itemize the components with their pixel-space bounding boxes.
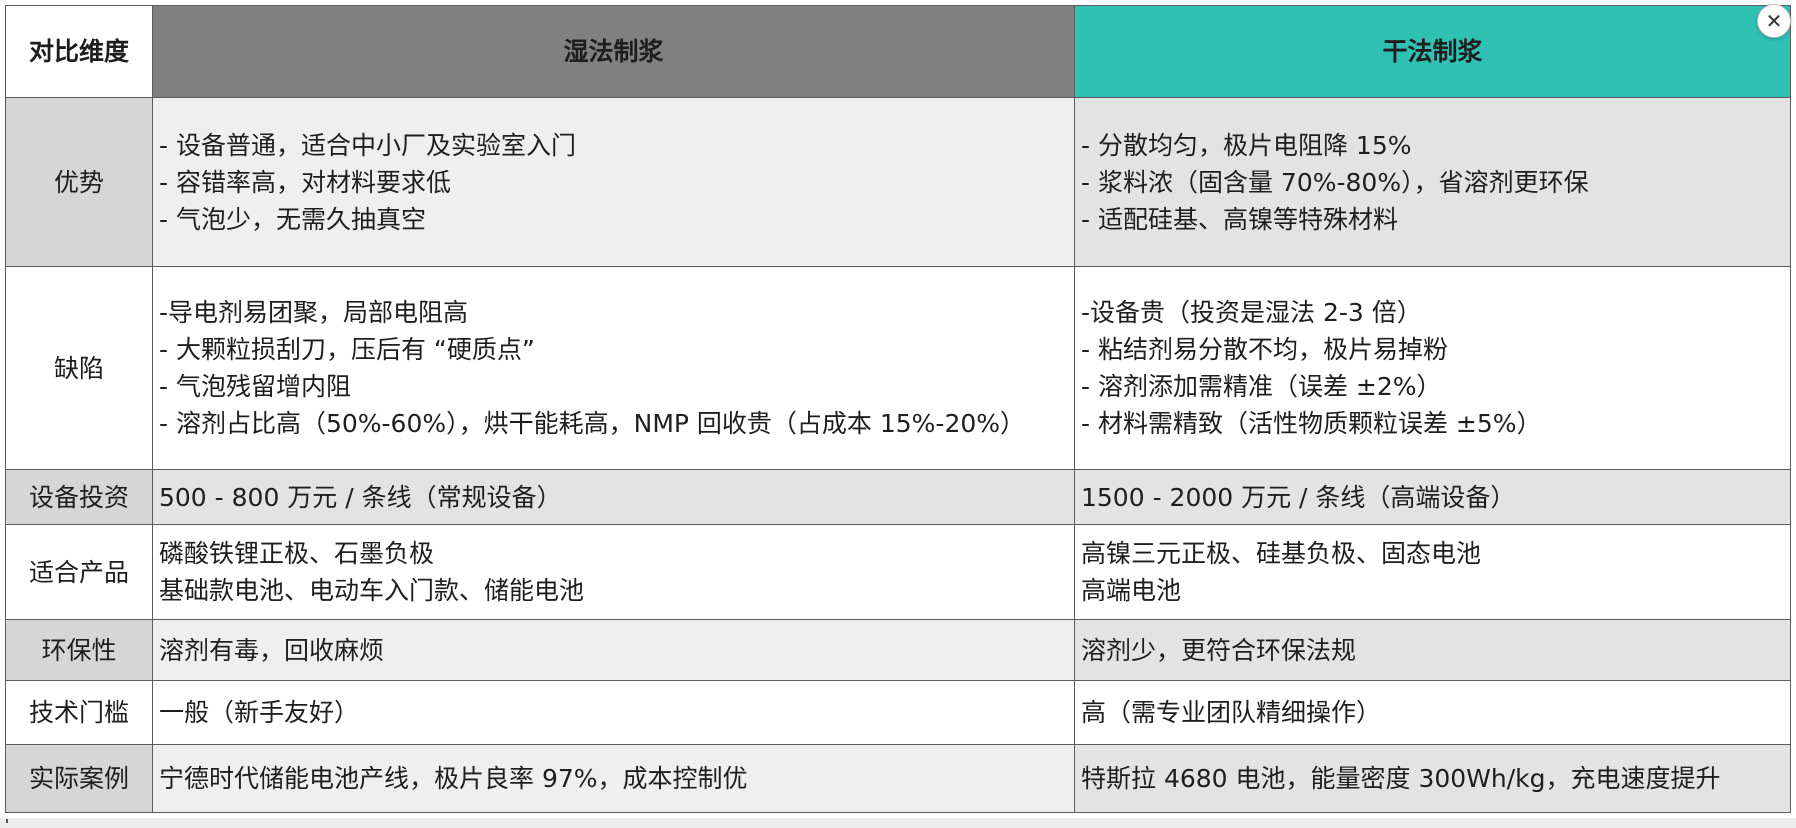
cell-line: - 分散均匀，极片电阻降 15% (1081, 130, 1412, 160)
cell-line: - 设备普通，适合中小厂及实验室入门 (159, 130, 576, 160)
cell-line: 1500 - 2000 万元 / 条线（高端设备） (1081, 482, 1516, 512)
row-case-study: 实际案例 宁德时代储能电池产线，极片良率 97%，成本控制优 特斯拉 4680 … (5, 744, 1791, 813)
cell-line: - 气泡少，无需久抽真空 (159, 204, 426, 234)
row-equipment-investment: 设备投资 500 - 800 万元 / 条线（常规设备） 1500 - 2000… (5, 469, 1791, 525)
comparison-frame: 对比维度 湿法制浆 干法制浆 优势 - 设备普通，适合中小厂及实验室入门 - 容… (0, 0, 1796, 818)
dry-cell: - 分散均匀，极片电阻降 15% - 浆料浓（固含量 70%-80%），省溶剂更… (1074, 97, 1791, 267)
row-environmental: 环保性 溶剂有毒，回收麻烦 溶剂少，更符合环保法规 (5, 619, 1791, 681)
cell-line: 500 - 800 万元 / 条线（常规设备） (159, 482, 562, 512)
close-icon: ✕ (1765, 9, 1783, 33)
row-label: 实际案例 (5, 744, 153, 813)
header-wet-process: 湿法制浆 (152, 5, 1075, 98)
cell-line: - 浆料浓（固含量 70%-80%），省溶剂更环保 (1081, 167, 1589, 197)
cell-line: -设备贵（投资是湿法 2-3 倍） (1081, 298, 1422, 327)
row-label: 优势 (5, 97, 153, 267)
dry-cell: 高（需专业团队精细操作） (1074, 680, 1791, 745)
cell-line: 特斯拉 4680 电池，能量密度 300Wh/kg，充电速度提升 (1081, 764, 1721, 793)
comparison-table: 对比维度 湿法制浆 干法制浆 优势 - 设备普通，适合中小厂及实验室入门 - 容… (5, 5, 1791, 813)
cell-line: - 溶剂占比高（50%-60%），烘干能耗高，NMP 回收贵（占成本 15%-2… (159, 409, 1026, 438)
close-button[interactable]: ✕ (1757, 4, 1791, 38)
dry-cell: 溶剂少，更符合环保法规 (1074, 619, 1791, 681)
row-label: 设备投资 (5, 469, 153, 525)
header-dry-process: 干法制浆 (1074, 5, 1791, 98)
cell-line: 溶剂少，更符合环保法规 (1081, 635, 1357, 665)
cell-line: 高端电池 (1081, 576, 1182, 605)
dry-cell: 高镍三元正极、硅基负极、固态电池 高端电池 (1074, 524, 1791, 620)
cell-line: - 大颗粒损刮刀，压后有 “硬质点” (159, 335, 535, 364)
cell-line: - 气泡残留增内阻 (159, 372, 351, 401)
row-tech-threshold: 技术门槛 一般（新手友好） 高（需专业团队精细操作） (5, 680, 1791, 745)
wet-cell: 宁德时代储能电池产线，极片良率 97%，成本控制优 (152, 744, 1075, 813)
cell-line: 高（需专业团队精细操作） (1081, 698, 1382, 727)
row-defects: 缺陷 -导电剂易团聚，局部电阻高 - 大颗粒损刮刀，压后有 “硬质点” - 气泡… (5, 266, 1791, 470)
cell-line: - 粘结剂易分散不均，极片易掉粉 (1081, 335, 1448, 364)
row-label: 适合产品 (5, 524, 153, 620)
cell-line: 宁德时代储能电池产线，极片良率 97%，成本控制优 (159, 764, 748, 793)
scroll-marker (6, 819, 8, 823)
wet-cell: 磷酸铁锂正极、石墨负极 基础款电池、电动车入门款、储能电池 (152, 524, 1075, 620)
row-label: 技术门槛 (5, 680, 153, 745)
cell-line: - 材料需精致（活性物质颗粒误差 ±5%） (1081, 409, 1542, 438)
row-label: 缺陷 (5, 266, 153, 470)
dry-cell: -设备贵（投资是湿法 2-3 倍） - 粘结剂易分散不均，极片易掉粉 - 溶剂添… (1074, 266, 1791, 470)
cell-line: - 溶剂添加需精准（误差 ±2%） (1081, 372, 1442, 401)
cell-line: 溶剂有毒，回收麻烦 (159, 635, 385, 665)
cell-line: - 适配硅基、高镍等特殊材料 (1081, 204, 1398, 234)
header-row: 对比维度 湿法制浆 干法制浆 (5, 5, 1791, 98)
wet-cell: 一般（新手友好） (152, 680, 1075, 745)
dry-cell: 1500 - 2000 万元 / 条线（高端设备） (1074, 469, 1791, 525)
wet-cell: 500 - 800 万元 / 条线（常规设备） (152, 469, 1075, 525)
dry-cell: 特斯拉 4680 电池，能量密度 300Wh/kg，充电速度提升 (1074, 744, 1791, 813)
wet-cell: 溶剂有毒，回收麻烦 (152, 619, 1075, 681)
cell-line: 基础款电池、电动车入门款、储能电池 (159, 576, 585, 605)
cell-line: 一般（新手友好） (159, 698, 360, 727)
cell-line: 磷酸铁锂正极、石墨负极 (159, 539, 435, 568)
cell-line: 高镍三元正极、硅基负极、固态电池 (1081, 539, 1482, 568)
row-label: 环保性 (5, 619, 153, 681)
row-suitable-products: 适合产品 磷酸铁锂正极、石墨负极 基础款电池、电动车入门款、储能电池 高镍三元正… (5, 524, 1791, 620)
row-advantages: 优势 - 设备普通，适合中小厂及实验室入门 - 容错率高，对材料要求低 - 气泡… (5, 97, 1791, 267)
header-dimension: 对比维度 (5, 5, 153, 98)
cell-line: -导电剂易团聚，局部电阻高 (159, 298, 469, 327)
wet-cell: - 设备普通，适合中小厂及实验室入门 - 容错率高，对材料要求低 - 气泡少，无… (152, 97, 1075, 267)
wet-cell: -导电剂易团聚，局部电阻高 - 大颗粒损刮刀，压后有 “硬质点” - 气泡残留增… (152, 266, 1075, 470)
cell-line: - 容错率高，对材料要求低 (159, 167, 451, 197)
